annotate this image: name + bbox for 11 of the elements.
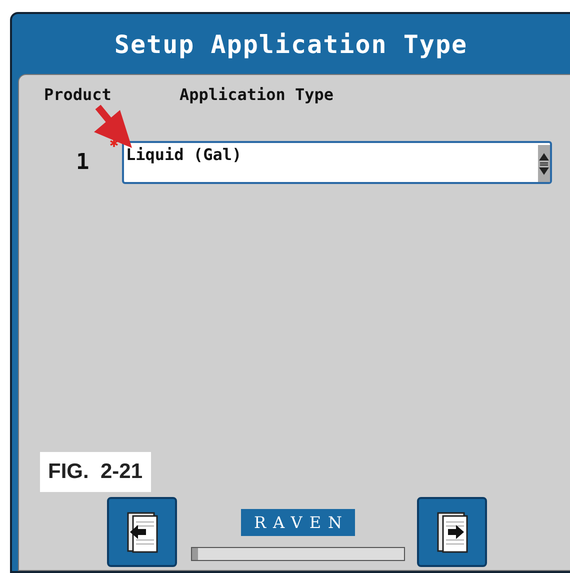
column-header: Application Type bbox=[179, 85, 334, 104]
next-page-button[interactable] bbox=[417, 497, 487, 567]
dropdown-field[interactable]: Liquid (Gal) bbox=[122, 141, 552, 184]
product-number: 1 bbox=[76, 150, 90, 175]
figure-label: FIG. 2-21 bbox=[40, 452, 151, 492]
brand-logo: RAVEN bbox=[240, 509, 356, 536]
annotation-arrow bbox=[93, 103, 133, 149]
spinner-icon bbox=[538, 145, 550, 182]
previous-page-button[interactable] bbox=[107, 497, 177, 567]
window-title: Setup Application Type bbox=[114, 30, 468, 58]
column-header: Product bbox=[44, 85, 112, 104]
